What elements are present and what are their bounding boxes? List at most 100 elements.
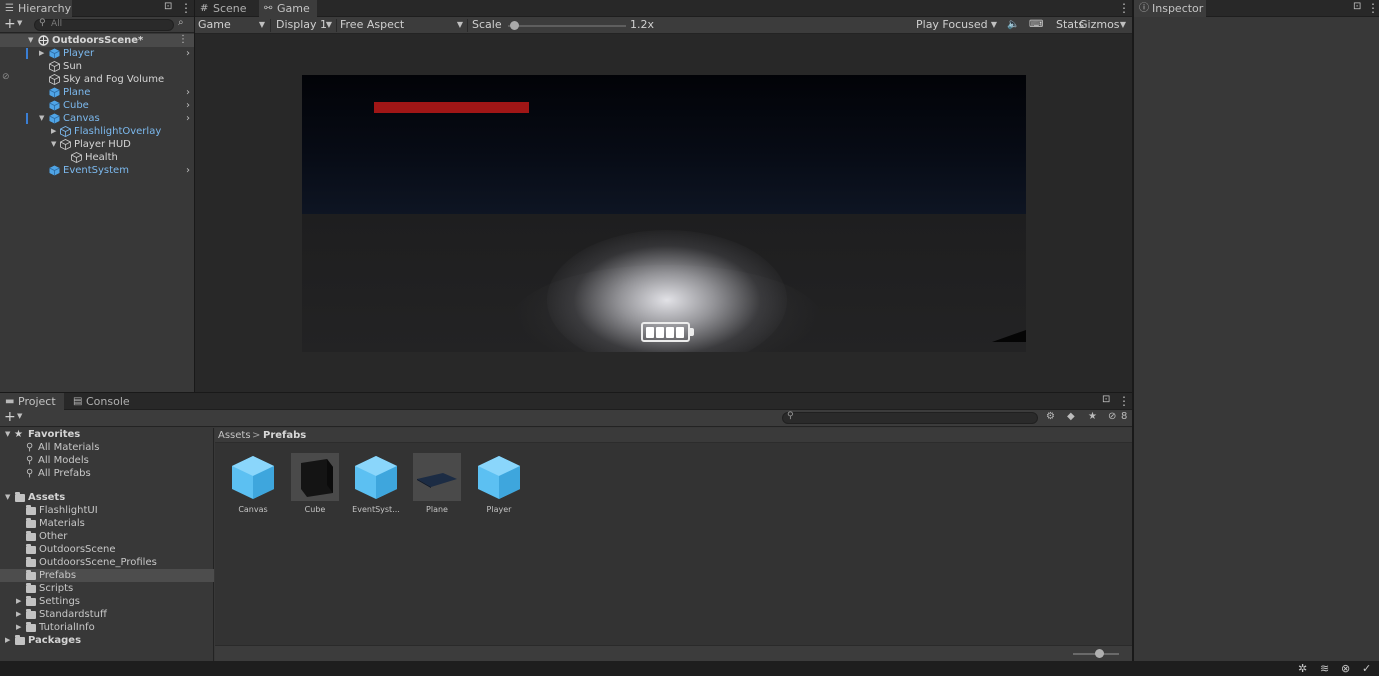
assets-header[interactable]: ▼ Assets — [0, 491, 214, 504]
chevron-right-icon[interactable]: › — [186, 112, 190, 125]
hierarchy-item-player-hud[interactable]: ▼ Player HUD — [0, 138, 194, 151]
favorites-header[interactable]: ▼ ★ Favorites — [0, 428, 214, 441]
scene-row[interactable]: ▼ OutdoorsScene* ⋮ — [0, 34, 194, 47]
favorite-item[interactable]: ⚲ All Models — [0, 454, 214, 467]
chevron-right-icon[interactable]: › — [186, 164, 190, 177]
play-mode-dropdown[interactable]: Play Focused ▼ — [913, 17, 1000, 34]
network-icon[interactable]: ⊗ — [1341, 662, 1350, 675]
gameobject-icon — [60, 139, 71, 150]
star-icon[interactable]: ★ — [1088, 411, 1097, 422]
lock-icon[interactable]: ⊡ — [1102, 394, 1110, 405]
asset-player[interactable]: Player — [463, 453, 525, 519]
add-icon[interactable]: + — [4, 410, 16, 424]
keyboard-icon[interactable]: ⌨ — [1026, 17, 1043, 34]
chevron-down-icon: ▼ — [990, 20, 997, 29]
tab-inspector[interactable]: ⓘ Inspector — [1134, 0, 1206, 17]
folder-icon — [26, 557, 36, 567]
kebab-menu-icon[interactable]: ⋮ — [180, 1, 192, 15]
expand-arrow-icon[interactable]: ▼ — [28, 34, 33, 47]
kebab-menu-icon[interactable]: ⋮ — [1118, 1, 1130, 15]
aspect-dropdown[interactable]: Free Aspect ▼ — [337, 17, 466, 34]
folder-item[interactable]: Other — [0, 530, 214, 543]
chevron-right-icon[interactable]: › — [186, 86, 190, 99]
chevron-down-icon[interactable]: ▼ — [17, 19, 22, 27]
favorite-item[interactable]: ⚲ All Prefabs — [0, 467, 214, 480]
hierarchy-item-health[interactable]: Health — [0, 151, 194, 164]
asset-canvas[interactable]: Canvas — [217, 453, 279, 519]
hierarchy-item-cube[interactable]: Cube › — [0, 99, 194, 112]
filter-by-type-icon[interactable]: ⚙ — [1046, 411, 1055, 422]
game-toolbar: Game ▼ Display 1 ▼ Free Aspect ▼ Scale 1… — [195, 17, 1132, 34]
breadcrumb-assets[interactable]: Assets — [218, 428, 251, 443]
expand-arrow-icon[interactable]: ▼ — [5, 491, 10, 504]
hierarchy-item-canvas[interactable]: ▼ Canvas › — [0, 112, 194, 125]
label-icon[interactable]: ◆ — [1067, 411, 1075, 422]
folder-item[interactable]: OutdoorsScene_Profiles — [0, 556, 214, 569]
battery-cell — [666, 327, 674, 338]
view-mode-dropdown[interactable]: Game ▼ — [195, 17, 268, 34]
expand-arrow-icon[interactable]: ▶ — [5, 634, 10, 647]
folder-item[interactable]: FlashlightUI — [0, 504, 214, 517]
hierarchy-search-input[interactable]: ⚲ All — [34, 18, 174, 31]
lock-icon[interactable]: ⊡ — [1353, 1, 1361, 12]
hierarchy-item-flashlight-overlay[interactable]: ▶ FlashlightOverlay — [0, 125, 194, 138]
expand-arrow-icon[interactable]: ▼ — [51, 138, 56, 151]
layers-icon[interactable]: ≋ — [1320, 662, 1329, 675]
hierarchy-item-eventsystem[interactable]: EventSystem › — [0, 164, 194, 177]
project-search-input[interactable]: ⚲ — [782, 411, 1038, 424]
folder-item[interactable]: ▶ Standardstuff — [0, 608, 214, 621]
lock-icon[interactable]: ⊡ — [164, 1, 172, 12]
add-icon[interactable]: + — [4, 17, 16, 31]
asset-plane[interactable]: Plane — [401, 453, 463, 519]
status-bar: ✲ ≋ ⊗ ✓ — [0, 661, 1379, 676]
audio-icon[interactable]: 🔈 — [1004, 17, 1019, 34]
scale-slider-track[interactable] — [508, 25, 626, 27]
folder-item[interactable]: ▶ Settings — [0, 595, 214, 608]
tab-game[interactable]: ⚯ Game — [259, 0, 317, 17]
tab-hierarchy[interactable]: ☰ Hierarchy — [0, 0, 72, 17]
hidden-packages-icon[interactable]: ⊘ — [1108, 411, 1116, 422]
folder-icon — [26, 544, 36, 554]
expand-arrow-icon[interactable]: ▼ — [5, 428, 10, 441]
tab-scene[interactable]: # Scene — [195, 0, 257, 17]
expand-arrow-icon[interactable]: ▼ — [39, 112, 44, 125]
tab-project[interactable]: ▬ Project — [0, 393, 64, 410]
chevron-right-icon[interactable]: › — [186, 47, 190, 60]
expand-arrow-icon[interactable]: ▶ — [39, 47, 44, 60]
folder-icon — [26, 583, 36, 593]
packages-header[interactable]: ▶ Packages — [0, 634, 214, 647]
hierarchy-item-player[interactable]: ▶ Player › — [0, 47, 194, 60]
search-icon: ⚲ — [39, 18, 46, 28]
game-viewport[interactable] — [302, 75, 1026, 352]
hierarchy-item-sun[interactable]: Sun — [0, 60, 194, 73]
hierarchy-item-sky-fog[interactable]: Sky and Fog Volume — [0, 73, 194, 86]
folder-item[interactable]: OutdoorsScene — [0, 543, 214, 556]
favorite-item[interactable]: ⚲ All Materials — [0, 441, 214, 454]
asset-cube[interactable]: Cube — [279, 453, 341, 519]
folder-item[interactable]: Materials — [0, 517, 214, 530]
gizmos-dropdown[interactable]: Gizmos ▼ — [1076, 17, 1129, 34]
scene-kebab-icon[interactable]: ⋮ — [178, 33, 188, 46]
folder-icon: ▬ — [5, 396, 15, 407]
chevron-down-icon[interactable]: ▼ — [17, 412, 22, 420]
asset-eventsystem[interactable]: EventSyst... — [340, 453, 402, 519]
check-circle-icon[interactable]: ✓ — [1362, 662, 1371, 675]
folder-item[interactable]: Scripts — [0, 582, 214, 595]
tab-console[interactable]: ▤ Console — [68, 393, 130, 410]
chevron-right-icon[interactable]: › — [186, 99, 190, 112]
kebab-menu-icon[interactable]: ⋮ — [1367, 1, 1379, 15]
folder-item-selected[interactable]: Prefabs — [0, 569, 214, 582]
search-filter-icon[interactable]: ⌕ — [178, 17, 184, 28]
expand-arrow-icon[interactable]: ▶ — [51, 125, 56, 138]
icon-size-slider-thumb[interactable] — [1095, 649, 1104, 658]
display-dropdown[interactable]: Display 1 ▼ — [273, 17, 335, 34]
expand-arrow-icon[interactable]: ▶ — [16, 595, 21, 608]
breadcrumb-prefabs[interactable]: Prefabs — [263, 428, 306, 443]
expand-arrow-icon[interactable]: ▶ — [16, 608, 21, 621]
scale-slider-thumb[interactable] — [510, 21, 520, 30]
kebab-menu-icon[interactable]: ⋮ — [1118, 394, 1130, 408]
expand-arrow-icon[interactable]: ▶ — [16, 621, 21, 634]
hierarchy-item-plane[interactable]: Plane › — [0, 86, 194, 99]
folder-item[interactable]: ▶ TutorialInfo — [0, 621, 214, 634]
bug-icon[interactable]: ✲ — [1298, 662, 1307, 675]
